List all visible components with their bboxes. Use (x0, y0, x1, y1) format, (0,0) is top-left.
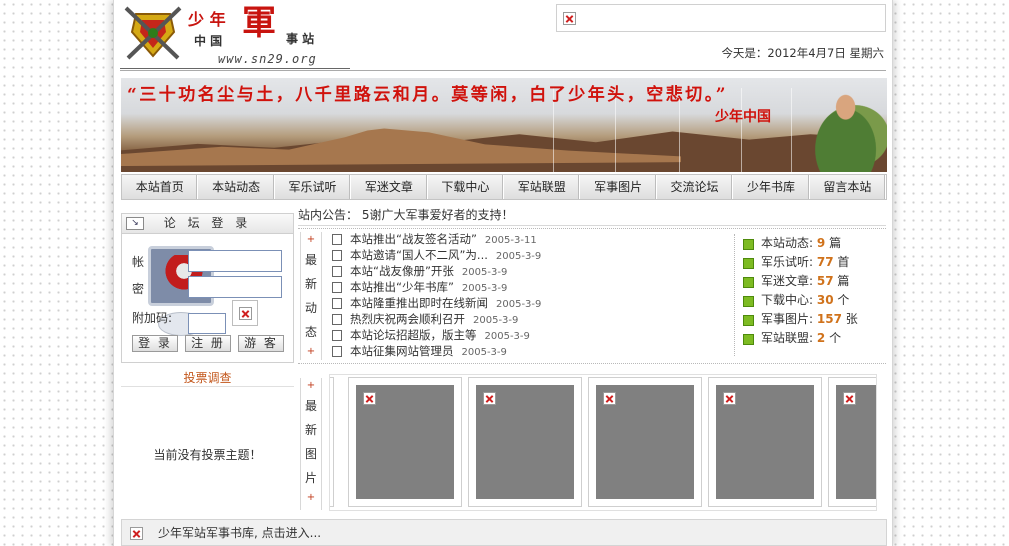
guest-button[interactable]: 游 客 (238, 335, 284, 352)
header-banner: “三十功名尘与土，八千里路云和月。莫等闲，白了少年头，空悲切。” 少年中国 (121, 78, 887, 172)
soldier-image (795, 82, 887, 172)
site-logo[interactable]: 少 年 中 国 軍 事 站 www.sn29.org (120, 4, 350, 69)
picture-thumbnail[interactable] (330, 377, 334, 507)
password-label: 密 (132, 282, 145, 296)
latest-news-label: + 最新动态 + (300, 232, 322, 360)
nav-guestbook[interactable]: 留言本站 (809, 175, 887, 199)
broken-image-icon (723, 392, 736, 405)
login-title: ↘ 论 坛 登 录 (122, 214, 293, 234)
stat-item[interactable]: 军站联盟: 2 个 (735, 329, 886, 348)
news-item[interactable]: 本站隆重推出即时在线新闻 2005-3-9 (326, 295, 734, 311)
notice-bar: 站内公告： 5谢广大军事爱好者的支持！ (298, 204, 886, 226)
notice-label: 站内公告： (298, 208, 359, 222)
page-container: 少 年 中 国 軍 事 站 www.sn29.org 今天是：2012年4月7日… (113, 0, 893, 546)
crossed-swords-emblem-icon (124, 6, 182, 60)
latest-pictures-label: + 最新图片 + (300, 378, 322, 510)
news-item[interactable]: 本站邀请“国人不二风”为... 2005-3-9 (326, 247, 734, 263)
arrow-icon: ↘ (126, 217, 144, 230)
nav-forum[interactable]: 交流论坛 (656, 175, 734, 199)
notice-text[interactable]: 5谢广大军事爱好者的支持！ (362, 208, 514, 222)
stat-item[interactable]: 下载中心: 30 个 (735, 291, 886, 310)
login-panel: ↘ 论 坛 登 录 帐 密 附加码: 登 录 注 册 游 客 (121, 213, 294, 363)
main-nav: 本站首页 本站动态 军乐试听 军迷文章 下载中心 军站联盟 军事图片 交流论坛 … (121, 174, 887, 200)
broken-image-icon (130, 527, 143, 540)
news-item[interactable]: 本站论坛招超版，版主等 2005-3-9 (326, 327, 734, 343)
login-button[interactable]: 登 录 (132, 335, 178, 352)
username-label: 帐 (132, 255, 145, 269)
picture-thumbnail[interactable] (468, 377, 582, 507)
news-list: 本站推出“战友签名活动” 2005-3-11 本站邀请“国人不二风”为... 200… (326, 231, 734, 359)
broken-image-icon (563, 12, 576, 25)
library-bar[interactable]: 少年军站军事书库, 点击进入... (121, 519, 887, 546)
broken-image-icon (483, 392, 496, 405)
broken-image-icon (363, 392, 376, 405)
header-divider (120, 70, 886, 71)
nav-downloads[interactable]: 下载中心 (427, 175, 505, 199)
picture-thumbnail[interactable] (708, 377, 822, 507)
header-ad-image[interactable] (556, 4, 886, 32)
nav-articles[interactable]: 军迷文章 (351, 175, 428, 199)
banner-slogan: “三十功名尘与土，八千里路云和月。莫等闲，白了少年头，空悲切。” (127, 85, 729, 105)
nav-library[interactable]: 少年书库 (733, 175, 810, 199)
logo-url: www.sn29.org (218, 52, 317, 66)
nav-home[interactable]: 本站首页 (122, 175, 199, 199)
nav-music[interactable]: 军乐试听 (274, 175, 352, 199)
news-item[interactable]: 热烈庆祝两会顺利召开 2005-3-9 (326, 311, 734, 327)
stat-item[interactable]: 本站动态: 9 篇 (735, 234, 886, 253)
picture-thumbnail[interactable] (828, 377, 876, 507)
captcha-image (232, 300, 258, 326)
captcha-input[interactable] (188, 313, 226, 334)
password-input[interactable] (188, 276, 282, 298)
news-item[interactable]: 本站“战友像册”开张 2005-3-9 (326, 263, 734, 279)
vote-title: 投票调查 (121, 369, 294, 387)
broken-image-icon (603, 392, 616, 405)
site-stats: 本站动态: 9 篇 军乐试听: 77 首 军迷文章: 57 篇 下载中心: 30… (734, 234, 886, 356)
picture-scroller[interactable] (329, 374, 877, 511)
broken-image-icon (239, 307, 252, 320)
picture-thumbnail[interactable] (588, 377, 702, 507)
banner-brand: 少年中国 (715, 109, 771, 125)
news-item[interactable]: 本站征集网站管理员 2005-3-9 (326, 343, 734, 359)
stat-item[interactable]: 军迷文章: 57 篇 (735, 272, 886, 291)
nav-news[interactable]: 本站动态 (198, 175, 275, 199)
stat-item[interactable]: 军事图片: 157 张 (735, 310, 886, 329)
register-button[interactable]: 注 册 (185, 335, 231, 352)
nav-alliance[interactable]: 军站联盟 (504, 175, 581, 199)
captcha-label: 附加码: (132, 311, 173, 325)
nav-pictures[interactable]: 军事图片 (580, 175, 657, 199)
news-item[interactable]: 本站推出“少年书库” 2005-3-9 (326, 279, 734, 295)
broken-image-icon (843, 392, 856, 405)
username-input[interactable] (188, 250, 282, 272)
stat-item[interactable]: 军乐试听: 77 首 (735, 253, 886, 272)
picture-thumbnail[interactable] (348, 377, 462, 507)
vote-empty-message: 当前没有投票主题！ (153, 448, 262, 462)
date-display: 今天是：2012年4月7日 星期六 (721, 46, 884, 60)
news-item[interactable]: 本站推出“战友签名活动” 2005-3-11 (326, 231, 734, 247)
library-link[interactable]: 少年军站军事书库, 点击进入... (158, 526, 321, 540)
